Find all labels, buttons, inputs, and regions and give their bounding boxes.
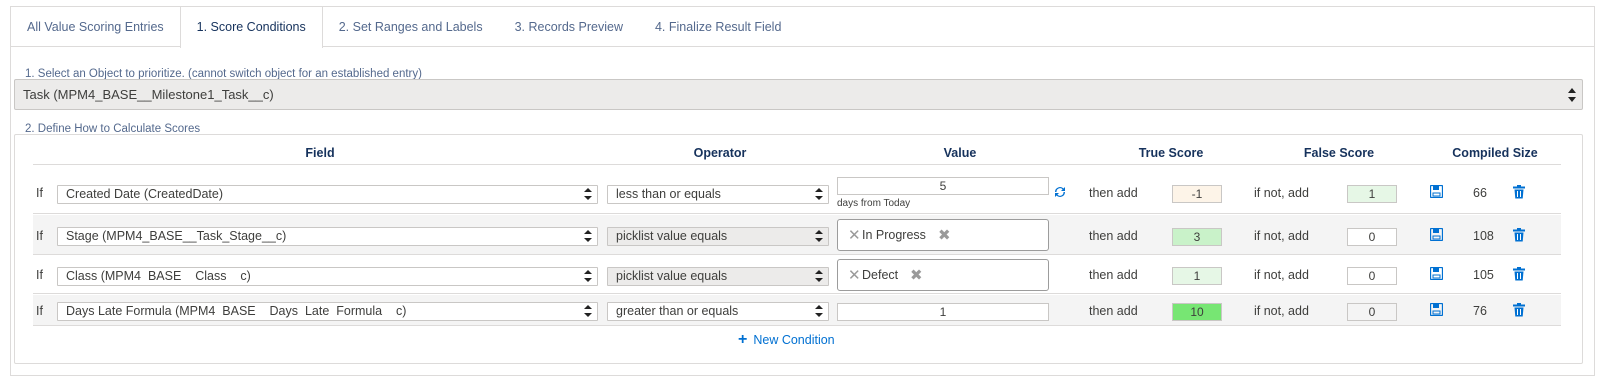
picklist-value-pill: In Progress xyxy=(862,228,926,242)
trash-icon[interactable] xyxy=(1513,303,1525,320)
picklist-values-box[interactable]: ✕ Defect ✖ xyxy=(837,259,1049,291)
value-input[interactable]: 1 xyxy=(837,303,1049,321)
select-arrows-icon xyxy=(815,305,823,317)
field-column-header: Field xyxy=(305,146,335,160)
compiled-size-value: 66 xyxy=(1473,186,1487,200)
object-select-value: Task (MPM4_BASE__Milestone1_Task__c) xyxy=(23,87,274,102)
compiled-size-value: 105 xyxy=(1473,268,1494,282)
then-add-label: then add xyxy=(1089,304,1138,318)
header-divider xyxy=(33,164,1561,165)
close-icon[interactable]: ✖ xyxy=(938,226,951,244)
then-add-label: then add xyxy=(1089,268,1138,282)
false-score-input[interactable]: 1 xyxy=(1347,185,1397,203)
save-icon[interactable] xyxy=(1429,302,1444,319)
select-arrows-icon xyxy=(815,270,823,282)
trash-icon[interactable] xyxy=(1513,185,1525,202)
field-select-value: Created Date (CreatedDate) xyxy=(66,187,224,201)
select-arrows-icon xyxy=(584,305,592,317)
select-arrows-icon xyxy=(1568,88,1576,102)
true-score-input[interactable]: 3 xyxy=(1172,228,1222,246)
new-condition-button[interactable]: + New Condition xyxy=(738,331,835,349)
field-select-value: Stage (MPM4_BASE__Task_Stage__c) xyxy=(66,229,287,243)
tab-all-entries[interactable]: All Value Scoring Entries xyxy=(11,7,180,47)
field-select[interactable]: Days Late Formula (MPM4 BASE Days Late F… xyxy=(57,302,598,321)
close-icon[interactable]: ✖ xyxy=(910,266,923,284)
compiled-size-value: 76 xyxy=(1473,304,1487,318)
picklist-value-pill: Defect xyxy=(862,268,899,282)
operator-column-header: Operator xyxy=(693,146,747,160)
true-score-input[interactable]: -1 xyxy=(1172,185,1222,203)
true-score-column-header: True Score xyxy=(1138,146,1204,160)
select-arrows-icon xyxy=(584,230,592,242)
close-icon[interactable]: ✕ xyxy=(848,266,861,284)
value-column-header: Value xyxy=(943,146,977,160)
field-select-value: Class (MPM4 BASE Class c) xyxy=(66,269,251,283)
select-arrows-icon xyxy=(584,188,592,200)
select-arrows-icon xyxy=(584,270,592,282)
save-icon[interactable] xyxy=(1429,266,1444,283)
false-score-input[interactable]: 0 xyxy=(1347,267,1397,285)
object-select[interactable]: Task (MPM4_BASE__Milestone1_Task__c) xyxy=(14,79,1583,110)
operator-select[interactable]: picklist value equals xyxy=(607,227,829,246)
save-icon[interactable] xyxy=(1429,227,1444,244)
compiled-size-column-header: Compiled Size xyxy=(1452,146,1538,160)
field-select[interactable]: Class (MPM4 BASE Class c) xyxy=(57,267,598,286)
tab-finalize-result[interactable]: 4. Finalize Result Field xyxy=(639,7,797,47)
if-label: If xyxy=(36,186,43,200)
false-score-input[interactable]: 0 xyxy=(1347,303,1397,321)
if-not-add-label: if not, add xyxy=(1254,268,1309,282)
tab-set-ranges[interactable]: 2. Set Ranges and Labels xyxy=(323,7,499,47)
if-not-add-label: if not, add xyxy=(1254,229,1309,243)
false-score-input[interactable]: 0 xyxy=(1347,228,1397,246)
picklist-values-box[interactable]: ✕ In Progress ✖ xyxy=(837,219,1049,251)
tab-records-preview[interactable]: 3. Records Preview xyxy=(499,7,639,47)
value-unit-note: days from Today xyxy=(837,198,911,209)
if-label: If xyxy=(36,304,43,318)
false-score-column-header: False Score xyxy=(1303,146,1375,160)
true-score-input[interactable]: 10 xyxy=(1172,303,1222,321)
operator-select[interactable]: picklist value equals xyxy=(607,267,829,286)
operator-select-value: picklist value equals xyxy=(616,269,728,283)
close-icon[interactable]: ✕ xyxy=(848,226,861,244)
if-not-add-label: if not, add xyxy=(1254,186,1309,200)
trash-icon[interactable] xyxy=(1513,267,1525,284)
then-add-label: then add xyxy=(1089,229,1138,243)
operator-select-value: picklist value equals xyxy=(616,229,728,243)
save-icon[interactable] xyxy=(1429,184,1444,201)
if-label: If xyxy=(36,268,43,282)
compiled-size-value: 108 xyxy=(1473,229,1494,243)
operator-select-value: less than or equals xyxy=(616,187,721,201)
value-input[interactable]: 5 xyxy=(837,177,1049,195)
tab-score-conditions[interactable]: 1. Score Conditions xyxy=(179,7,323,48)
field-select[interactable]: Stage (MPM4_BASE__Task_Stage__c) xyxy=(57,227,598,246)
field-select[interactable]: Created Date (CreatedDate) xyxy=(57,185,598,204)
select-arrows-icon xyxy=(815,230,823,242)
if-label: If xyxy=(36,229,43,243)
tab-bar: All Value Scoring Entries 1. Score Condi… xyxy=(11,7,1594,48)
operator-select[interactable]: greater than or equals xyxy=(607,302,829,321)
operator-select[interactable]: less than or equals xyxy=(607,185,829,204)
then-add-label: then add xyxy=(1089,186,1138,200)
select-arrows-icon xyxy=(815,188,823,200)
operator-select-value: greater than or equals xyxy=(616,304,739,318)
refresh-icon[interactable] xyxy=(1053,185,1067,202)
true-score-input[interactable]: 1 xyxy=(1172,267,1222,285)
field-select-value: Days Late Formula (MPM4 BASE Days Late F… xyxy=(66,304,407,318)
plus-icon: + xyxy=(738,331,748,348)
trash-icon[interactable] xyxy=(1513,228,1525,245)
if-not-add-label: if not, add xyxy=(1254,304,1309,318)
new-condition-label: New Condition xyxy=(753,333,835,347)
